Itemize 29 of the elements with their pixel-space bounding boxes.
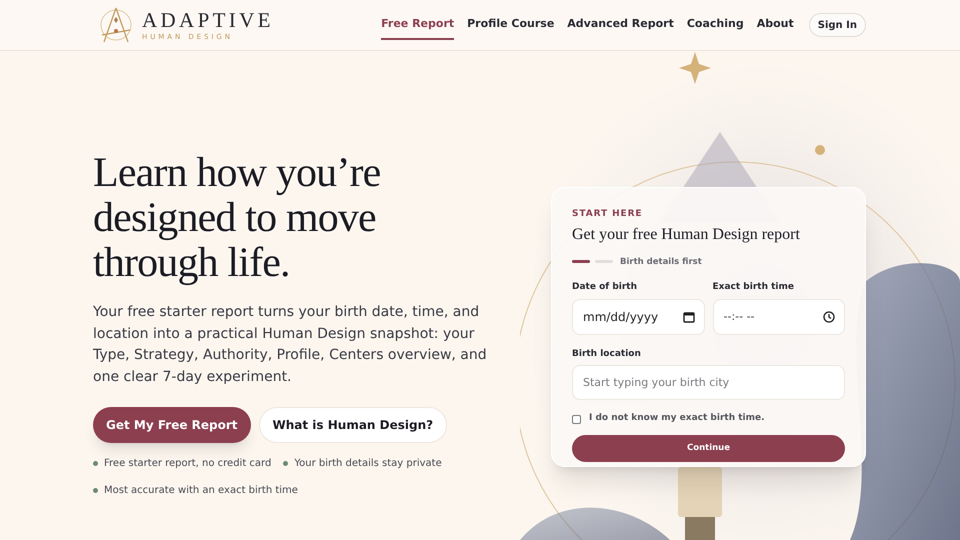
birth-time-label: Exact birth time xyxy=(712,281,795,294)
date-of-birth-field[interactable]: mm/dd/yyyy xyxy=(572,298,704,335)
nav-link[interactable]: About xyxy=(756,10,794,40)
progress-label: Birth details first xyxy=(620,256,702,268)
logo-icon xyxy=(98,5,134,45)
sign-in-button[interactable]: Sign In xyxy=(808,13,866,37)
benefit-text: Free starter report, no credit card xyxy=(104,457,272,471)
hero-description: Your free starter report turns your birth date, time, and location into a practical Human Design snapshot: your Type, Strategy, Authority, Profile, Centers overview, and one clear 7-day experiment. xyxy=(93,303,488,386)
birth-location-field[interactable]: Start typing your birth city xyxy=(572,365,845,400)
nav-link[interactable]: Profile Course xyxy=(467,10,554,40)
logo-wordmark: ADAPTIVE xyxy=(142,10,274,30)
birth-time-field[interactable]: --:-- -- xyxy=(712,298,845,335)
get-free-report-button[interactable]: Get My Free Report xyxy=(93,407,251,443)
clock-icon[interactable] xyxy=(823,310,835,323)
continue-button[interactable]: Continue xyxy=(572,434,845,462)
form-title: Get your free Human Design report xyxy=(572,224,801,244)
nav-link[interactable]: Advanced Report xyxy=(567,10,674,40)
unknown-time-label: I do not know my exact birth time. xyxy=(589,412,765,426)
nav-link[interactable]: Free Report xyxy=(381,10,454,40)
form-eyebrow: START HERE xyxy=(572,208,644,221)
unknown-time-checkbox[interactable] xyxy=(572,414,581,424)
calendar-icon[interactable] xyxy=(682,310,694,323)
hero-heading: Learn how you’re designed to move through life. xyxy=(93,151,382,286)
date-of-birth-label: Date of birth xyxy=(572,281,638,294)
birth-location-label: Birth location xyxy=(572,348,642,361)
nav-link[interactable]: Coaching xyxy=(686,10,744,40)
benefit-text: Your birth details stay private xyxy=(294,457,442,471)
what-is-human-design-button[interactable]: What is Human Design? xyxy=(258,407,448,443)
benefit-text: Most accurate with an exact birth time xyxy=(104,484,298,498)
